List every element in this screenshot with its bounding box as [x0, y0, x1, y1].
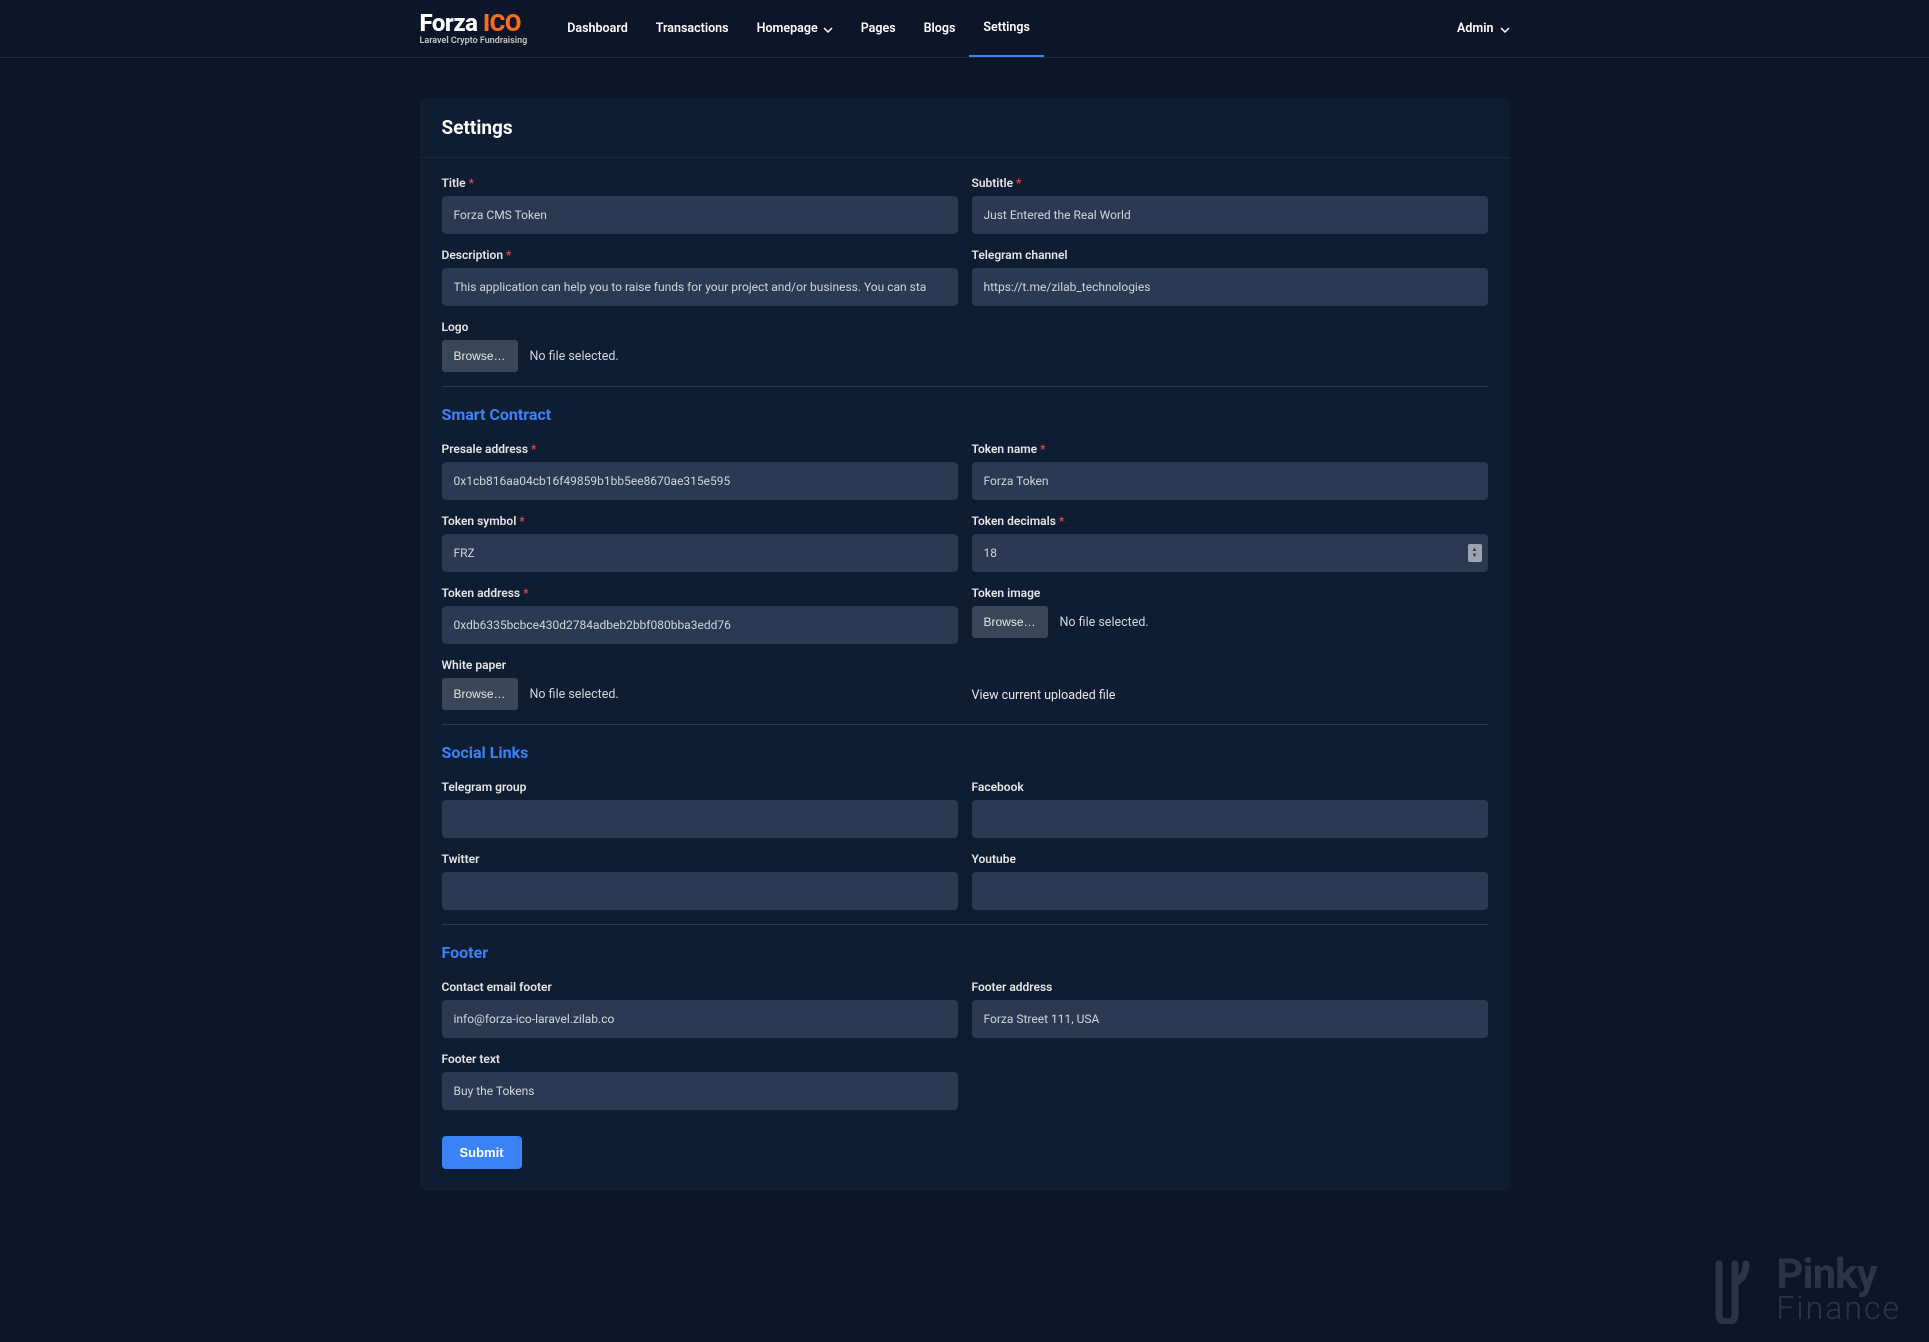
watermark-icon: [1704, 1254, 1764, 1324]
logo-browse-button[interactable]: Browse…: [442, 340, 518, 372]
title-input[interactable]: [442, 196, 958, 234]
telegram-group-label: Telegram group: [442, 780, 958, 794]
subtitle-input[interactable]: [972, 196, 1488, 234]
card-header: Settings: [420, 98, 1510, 158]
footer-heading: Footer: [442, 943, 1488, 962]
token-symbol-label: Token symbol *: [442, 514, 958, 528]
logo-label: Logo: [442, 320, 958, 334]
token-name-input[interactable]: [972, 462, 1488, 500]
token-symbol-input[interactable]: [442, 534, 958, 572]
twitter-label: Twitter: [442, 852, 958, 866]
description-label: Description *: [442, 248, 958, 262]
white-paper-browse-button[interactable]: Browse…: [442, 678, 518, 710]
youtube-label: Youtube: [972, 852, 1488, 866]
nav-homepage[interactable]: Homepage: [743, 1, 847, 56]
watermark-line2: Finance: [1776, 1294, 1901, 1323]
watermark-line1: Pinky: [1776, 1256, 1901, 1294]
brand-logo[interactable]: Forza ICO Laravel Crypto Fundraising: [420, 11, 528, 46]
social-links-heading: Social Links: [442, 743, 1488, 762]
token-decimals-input[interactable]: [972, 534, 1488, 572]
brand-name-b: ICO: [483, 9, 521, 37]
divider: [442, 386, 1488, 387]
divider: [442, 924, 1488, 925]
nav-dashboard[interactable]: Dashboard: [553, 1, 642, 56]
chevron-down-icon: [823, 24, 833, 34]
facebook-label: Facebook: [972, 780, 1488, 794]
contact-email-footer-label: Contact email footer: [442, 980, 958, 994]
page-container: Settings Title * Subtitle * Description …: [420, 98, 1510, 1191]
main-nav: Dashboard Transactions Homepage Pages Bl…: [553, 0, 1044, 57]
watermark: Pinky Finance: [1704, 1254, 1901, 1324]
user-menu[interactable]: Admin: [1457, 21, 1509, 36]
nav-transactions[interactable]: Transactions: [642, 1, 743, 56]
telegram-channel-input[interactable]: [972, 268, 1488, 306]
telegram-group-input[interactable]: [442, 800, 958, 838]
white-paper-label: White paper: [442, 658, 958, 672]
brand-name-a: Forza: [420, 9, 478, 37]
footer-address-input[interactable]: [972, 1000, 1488, 1038]
brand-tagline: Laravel Crypto Fundraising: [420, 37, 528, 46]
token-name-label: Token name *: [972, 442, 1488, 456]
footer-text-label: Footer text: [442, 1052, 958, 1066]
card-body: Title * Subtitle * Description * Telegra…: [420, 158, 1510, 1191]
subtitle-label: Subtitle *: [972, 176, 1488, 190]
presale-address-input[interactable]: [442, 462, 958, 500]
youtube-input[interactable]: [972, 872, 1488, 910]
telegram-channel-label: Telegram channel: [972, 248, 1488, 262]
token-address-label: Token address *: [442, 586, 958, 600]
header-inner: Forza ICO Laravel Crypto Fundraising Das…: [420, 0, 1510, 57]
title-label: Title *: [442, 176, 958, 190]
view-uploaded-link[interactable]: View current uploaded file: [972, 688, 1488, 703]
footer-text-input[interactable]: [442, 1072, 958, 1110]
presale-address-label: Presale address *: [442, 442, 958, 456]
token-image-label: Token image: [972, 586, 1488, 600]
token-decimals-label: Token decimals *: [972, 514, 1488, 528]
user-name: Admin: [1457, 21, 1493, 36]
twitter-input[interactable]: [442, 872, 958, 910]
white-paper-file-status: No file selected.: [530, 687, 619, 702]
footer-address-label: Footer address: [972, 980, 1488, 994]
page-title: Settings: [442, 116, 1488, 139]
facebook-input[interactable]: [972, 800, 1488, 838]
contact-email-footer-input[interactable]: [442, 1000, 958, 1038]
logo-file-status: No file selected.: [530, 349, 619, 364]
nav-settings[interactable]: Settings: [969, 0, 1044, 57]
submit-button[interactable]: Submit: [442, 1136, 522, 1169]
smart-contract-heading: Smart Contract: [442, 405, 1488, 424]
token-address-input[interactable]: [442, 606, 958, 644]
chevron-down-icon: [1500, 24, 1510, 34]
nav-blogs[interactable]: Blogs: [910, 1, 970, 56]
nav-pages[interactable]: Pages: [847, 1, 910, 56]
number-spinner-icon[interactable]: ▲▼: [1468, 544, 1482, 562]
nav-homepage-label: Homepage: [757, 21, 818, 36]
token-image-browse-button[interactable]: Browse…: [972, 606, 1048, 638]
settings-card: Settings Title * Subtitle * Description …: [420, 98, 1510, 1191]
divider: [442, 724, 1488, 725]
description-input[interactable]: [442, 268, 958, 306]
token-image-file-status: No file selected.: [1060, 615, 1149, 630]
top-header: Forza ICO Laravel Crypto Fundraising Das…: [0, 0, 1929, 58]
